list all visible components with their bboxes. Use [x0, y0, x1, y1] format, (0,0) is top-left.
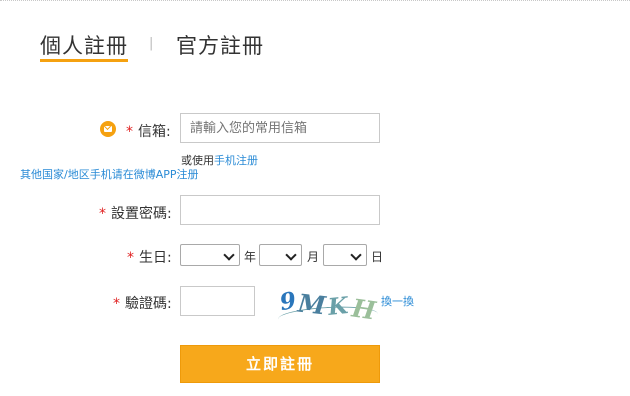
- tab-official-register[interactable]: 官方註冊: [176, 30, 264, 60]
- month-unit: 月: [307, 250, 320, 264]
- captcha-char: H: [350, 293, 378, 326]
- captcha-char: 9: [277, 286, 299, 317]
- year-unit: 年: [244, 250, 257, 264]
- captcha-input[interactable]: [180, 286, 255, 316]
- birthday-label-text: 生日:: [139, 250, 172, 266]
- register-submit-button[interactable]: 立即註冊: [180, 345, 380, 383]
- email-label-text: 信箱:: [138, 124, 171, 140]
- email-label: * 信箱:: [126, 121, 171, 141]
- required-mark: *: [127, 250, 134, 266]
- refresh-captcha-link[interactable]: 換一換: [381, 293, 414, 309]
- top-divider: [0, 0, 630, 1]
- mail-icon: [100, 121, 116, 137]
- chevron-down-icon: [350, 249, 362, 261]
- day-unit: 日: [371, 250, 384, 264]
- captcha-char: M: [296, 288, 328, 321]
- phone-register-link[interactable]: 手机注册: [214, 154, 258, 167]
- required-mark: *: [113, 296, 120, 312]
- password-label: * 設置密碼:: [99, 203, 172, 223]
- password-input[interactable]: [180, 195, 380, 225]
- captcha-label-text: 驗證碼:: [125, 296, 172, 312]
- day-select[interactable]: [323, 244, 367, 266]
- chevron-down-icon: [223, 249, 235, 261]
- password-label-text: 設置密碼:: [111, 206, 172, 222]
- other-region-link[interactable]: 其他国家/地区手机请在微博APP注册: [20, 166, 199, 182]
- captcha-image[interactable]: 9 M K H: [277, 285, 379, 329]
- month-select[interactable]: [259, 244, 302, 266]
- tab-separator: |: [149, 36, 154, 51]
- tab-personal-register[interactable]: 個人註冊: [40, 30, 128, 60]
- captcha-label: * 驗證碼:: [113, 293, 172, 313]
- email-input[interactable]: [180, 113, 380, 143]
- required-mark: *: [126, 124, 133, 140]
- year-select[interactable]: [180, 244, 240, 266]
- captcha-char: K: [326, 292, 350, 321]
- birthday-label: * 生日:: [127, 247, 172, 267]
- active-tab-indicator: [40, 59, 128, 62]
- required-mark: *: [99, 206, 106, 222]
- chevron-down-icon: [285, 249, 297, 261]
